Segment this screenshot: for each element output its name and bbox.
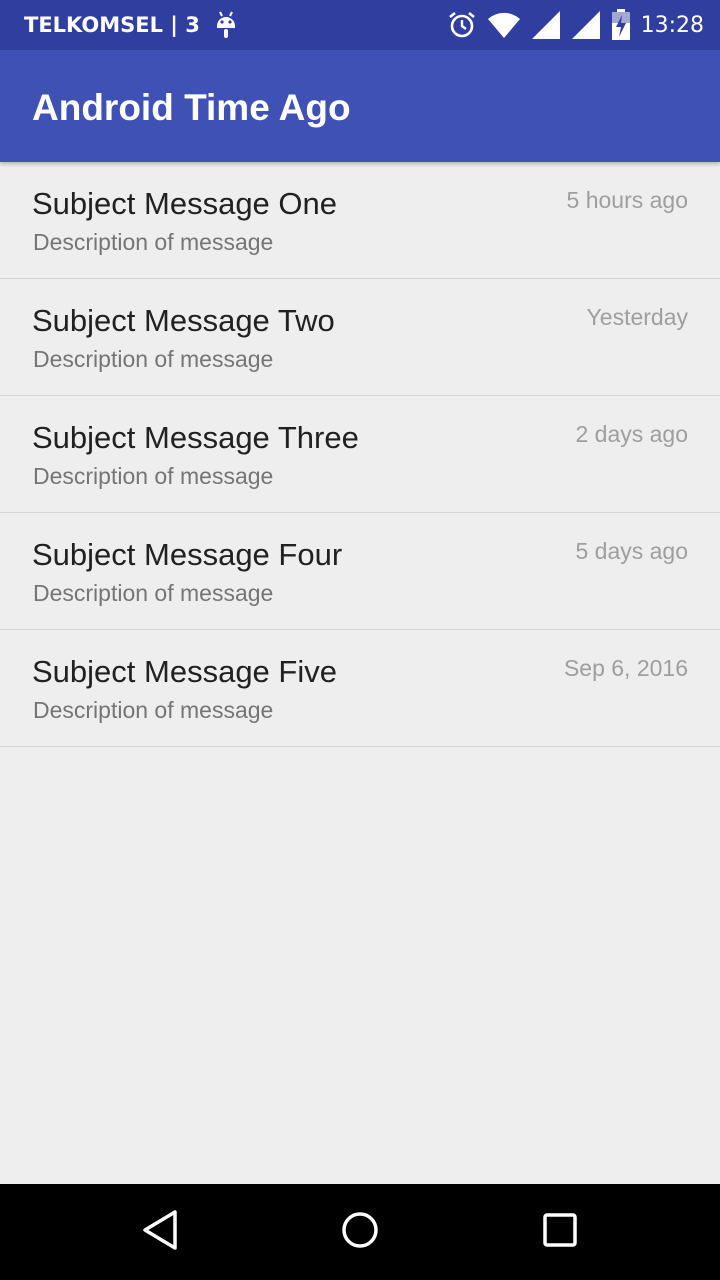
message-time: Sep 6, 2016 bbox=[563, 655, 688, 681]
navigation-bar bbox=[0, 1184, 720, 1280]
signal-icon bbox=[531, 10, 561, 40]
android-debug-icon bbox=[214, 10, 238, 40]
message-time: 5 days ago bbox=[575, 538, 688, 564]
home-button[interactable] bbox=[330, 1202, 390, 1262]
message-item[interactable]: Subject Message Two Description of messa… bbox=[0, 279, 720, 396]
message-subject: Subject Message Two bbox=[32, 303, 335, 338]
message-subject: Subject Message Three bbox=[32, 420, 359, 455]
wifi-icon bbox=[487, 11, 521, 39]
signal-icon bbox=[571, 10, 601, 40]
message-description: Description of message bbox=[33, 346, 274, 372]
message-description: Description of message bbox=[33, 229, 274, 255]
recents-button[interactable] bbox=[530, 1202, 590, 1262]
message-description: Description of message bbox=[33, 697, 274, 723]
app-bar: Android Time Ago bbox=[0, 50, 720, 162]
battery-charging-icon bbox=[611, 9, 631, 41]
status-right: 13:28 bbox=[447, 0, 704, 50]
message-time: 2 days ago bbox=[575, 421, 688, 447]
home-icon bbox=[340, 1210, 380, 1254]
recents-icon bbox=[542, 1212, 578, 1252]
message-description: Description of message bbox=[33, 580, 274, 606]
back-icon bbox=[140, 1208, 180, 1256]
message-item[interactable]: Subject Message Five Description of mess… bbox=[0, 630, 720, 747]
message-subject: Subject Message One bbox=[32, 186, 338, 221]
message-time: 5 hours ago bbox=[566, 187, 688, 213]
message-subject: Subject Message Four bbox=[32, 537, 343, 572]
message-description: Description of message bbox=[33, 463, 274, 489]
message-item[interactable]: Subject Message One Description of messa… bbox=[0, 162, 720, 279]
message-list: Subject Message One Description of messa… bbox=[0, 162, 720, 747]
message-time: Yesterday bbox=[586, 304, 688, 330]
status-left: TELKOMSEL | 3 bbox=[24, 0, 238, 50]
message-item[interactable]: Subject Message Four Description of mess… bbox=[0, 513, 720, 630]
message-item[interactable]: Subject Message Three Description of mes… bbox=[0, 396, 720, 513]
message-subject: Subject Message Five bbox=[32, 654, 337, 689]
app-title: Android Time Ago bbox=[32, 87, 351, 128]
alarm-icon bbox=[447, 10, 477, 40]
clock-label: 13:28 bbox=[640, 12, 704, 38]
status-bar: TELKOMSEL | 3 13:28 bbox=[0, 0, 720, 50]
carrier-label: TELKOMSEL | 3 bbox=[24, 13, 200, 37]
back-button[interactable] bbox=[130, 1202, 190, 1262]
